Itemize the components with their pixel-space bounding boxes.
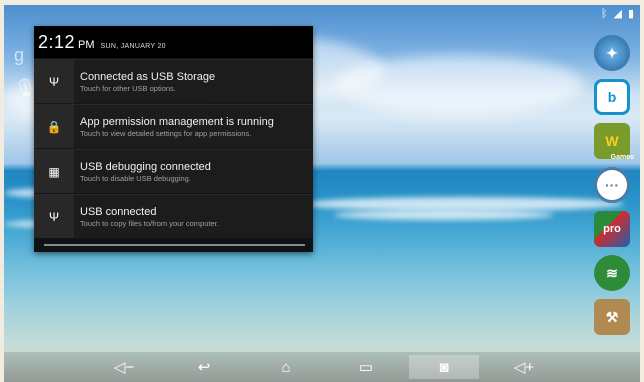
back-button[interactable]: ↩ <box>184 355 224 379</box>
notification-title: USB debugging connected <box>80 160 211 173</box>
notification-title: App permission management is running <box>80 115 274 128</box>
notification-usb-connected[interactable]: Ψ USB connected Touch to copy files to/f… <box>34 194 313 238</box>
home-screen: ᛒ ◢ ▮ g 🎙 ✦ b W Games ··· pro ≋ ⚒ 2:12 P… <box>4 5 640 382</box>
toolbox-app-icon[interactable]: ⚒ <box>594 299 630 335</box>
clock-date: SUN, JANUARY 20 <box>100 43 166 50</box>
debug-icon: ▦ <box>34 150 74 193</box>
home-button[interactable]: ⌂ <box>266 355 306 379</box>
lock-icon: 🔒 <box>34 105 74 148</box>
w-glyph: W <box>605 133 619 149</box>
notification-usb-debugging[interactable]: ▦ USB debugging connected Touch to disab… <box>34 149 313 193</box>
w-games-app-icon[interactable]: W Games <box>594 123 634 161</box>
notification-subtitle: Touch to copy files to/from your compute… <box>80 218 219 228</box>
volume-up-button[interactable]: ◁+ <box>504 355 544 379</box>
notification-subtitle: Touch to disable USB debugging. <box>80 173 191 183</box>
wifi-icon: ◢ <box>613 8 622 20</box>
wifi-shield-app-icon[interactable]: ≋ <box>594 255 630 291</box>
notification-title: USB connected <box>80 205 157 218</box>
wave <box>334 210 554 220</box>
notification-subtitle: Touch for other USB options. <box>80 83 176 93</box>
games-badge: Games <box>610 154 634 161</box>
bluetooth-icon: ᛒ <box>600 8 608 20</box>
shade-header: 2:12 PM SUN, JANUARY 20 <box>34 26 313 58</box>
b-app-icon[interactable]: b <box>594 79 630 115</box>
pro-app-icon[interactable]: pro <box>594 211 630 247</box>
recent-apps-button[interactable]: ▭ <box>346 355 386 379</box>
volume-down-button[interactable]: ◁− <box>104 355 144 379</box>
notification-shade: 2:12 PM SUN, JANUARY 20 Ψ Connected as U… <box>34 26 313 252</box>
status-bar: ᛒ ◢ ▮ <box>4 5 640 25</box>
dots-app-icon[interactable]: ··· <box>594 167 630 203</box>
clock-ampm: PM <box>78 39 95 51</box>
usb-icon: Ψ <box>34 60 74 103</box>
clock-time: 2:12 <box>38 32 76 52</box>
wave <box>304 197 624 211</box>
screenshot-button[interactable]: ◙ <box>409 355 479 379</box>
notification-subtitle: Touch to view detailed settings for app … <box>80 128 252 138</box>
battery-icon: ▮ <box>627 8 634 20</box>
notification-usb-storage[interactable]: Ψ Connected as USB Storage Touch for oth… <box>34 59 313 103</box>
shade-drag-handle[interactable] <box>44 244 305 246</box>
globe-app-icon[interactable]: ✦ <box>594 35 630 71</box>
notification-app-permission[interactable]: 🔒 App permission management is running T… <box>34 104 313 148</box>
notification-title: Connected as USB Storage <box>80 70 216 83</box>
cloud <box>334 55 584 115</box>
usb-icon: Ψ <box>34 195 74 238</box>
app-dock: ✦ b W Games ··· pro ≋ ⚒ <box>592 35 634 335</box>
navigation-bar: ◁− ↩ ⌂ ▭ ◙ ◁+ <box>4 352 640 382</box>
